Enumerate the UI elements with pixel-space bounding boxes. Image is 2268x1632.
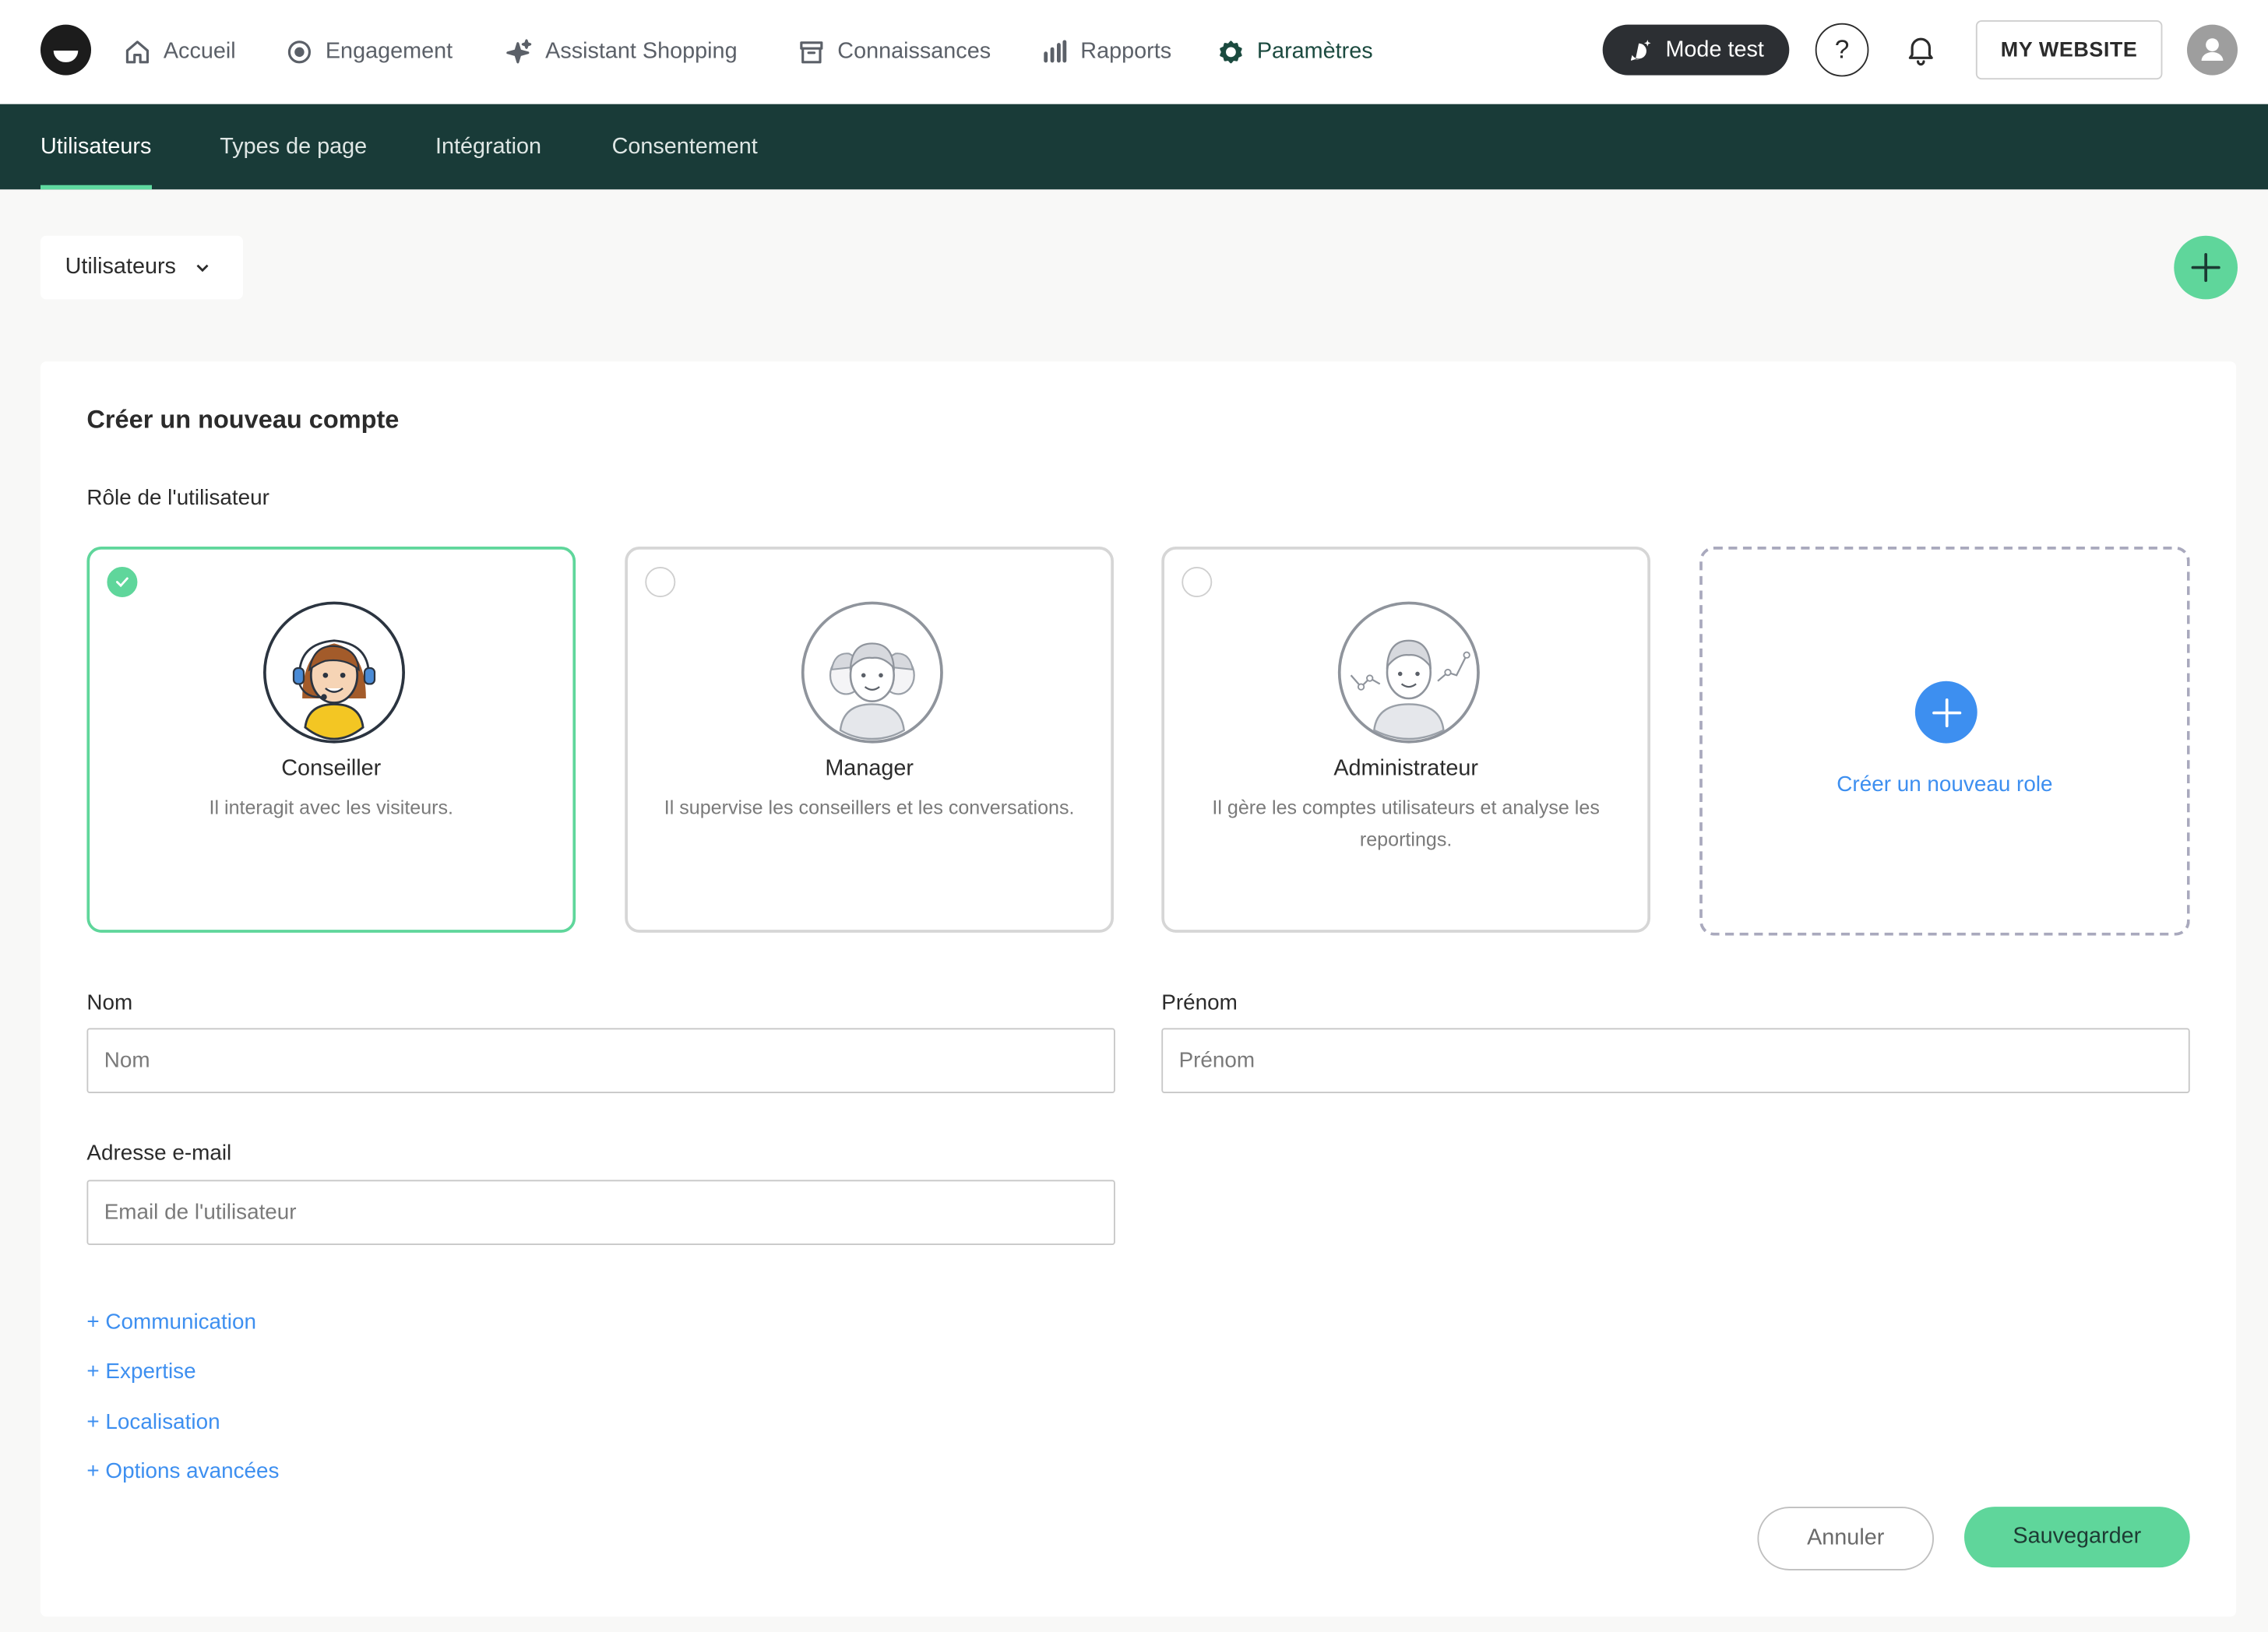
role-name: Administrateur [1333, 756, 1478, 781]
tab-utilisateurs[interactable]: Utilisateurs [40, 104, 151, 190]
nav-item-accueil[interactable]: Accueil [123, 0, 236, 104]
expander-localisation[interactable]: + Localisation [86, 1410, 220, 1435]
website-label: MY WEBSITE [2000, 38, 2138, 62]
role-description: Il gère les comptes utilisateurs et anal… [1212, 797, 1600, 850]
nav-label: Accueil [163, 39, 236, 64]
role-radio[interactable] [645, 566, 676, 597]
app-root: Accueil Engagement Assistant Shopping Co… [0, 0, 2268, 1632]
nav-label: Paramètres [1256, 39, 1373, 64]
role-description: Il supervise les conseillers et les conv… [664, 797, 1075, 819]
tab-integration[interactable]: Intégration [435, 104, 541, 190]
plus-icon [1932, 698, 1961, 727]
advisor-avatar-icon [262, 601, 405, 744]
chevron-down-icon [195, 264, 208, 273]
nav-label: Engagement [325, 39, 453, 64]
mode-test-button[interactable]: Mode test [1602, 24, 1790, 76]
target-icon [287, 40, 312, 64]
nav-label: Connaissances [837, 39, 991, 64]
create-role-card[interactable]: Créer un nouveau role [1699, 546, 2190, 936]
user-icon [2201, 38, 2224, 61]
role-label: Rôle de l'utilisateur [86, 485, 269, 511]
nav-item-assistant-shopping[interactable]: Assistant Shopping [505, 0, 738, 104]
check-icon [116, 577, 129, 588]
save-button[interactable]: Sauvegarder [1963, 1507, 2190, 1568]
archive-icon [800, 41, 823, 64]
expander-communication[interactable]: + Communication [86, 1310, 256, 1335]
role-card-manager[interactable]: Manager Il supervise les conseillers et … [625, 546, 1114, 933]
settings-subnav: Utilisateurs Types de page Intégration C… [0, 104, 2268, 190]
bell-icon[interactable] [1904, 32, 1939, 67]
cancel-button[interactable]: Annuler [1757, 1507, 1934, 1570]
mode-test-label: Mode test [1665, 37, 1764, 62]
expander-options-avancees[interactable]: + Options avancées [86, 1459, 279, 1484]
prenom-input[interactable] [1161, 1028, 2190, 1093]
email-input[interactable] [86, 1180, 1115, 1245]
role-description: Il interagit avec les visiteurs. [209, 797, 454, 819]
nav-item-connaissances[interactable]: Connaissances [797, 0, 991, 104]
role-radio[interactable] [107, 566, 138, 597]
nom-label: Nom [86, 990, 133, 1015]
create-role-label[interactable]: Créer un nouveau role [1703, 772, 2187, 797]
admin-avatar-icon [1337, 601, 1480, 744]
role-radio[interactable] [1182, 566, 1213, 597]
tab-consentement[interactable]: Consentement [612, 104, 758, 190]
email-label: Adresse e-mail [86, 1141, 232, 1166]
home-icon [125, 40, 150, 64]
sparkle-icon [506, 39, 532, 64]
gear-icon [1220, 40, 1242, 64]
role-card-administrateur[interactable]: Administrateur Il gère les comptes utili… [1161, 546, 1650, 933]
help-button[interactable]: ? [1815, 23, 1869, 77]
nom-input[interactable] [86, 1028, 1115, 1093]
plus-icon [2191, 252, 2220, 283]
nav-item-rapports[interactable]: Rapports [1040, 0, 1171, 104]
nav-label: Rapports [1080, 39, 1172, 64]
role-name: Manager [825, 756, 914, 781]
expander-expertise[interactable]: + Expertise [86, 1359, 195, 1384]
bar-chart-icon [1044, 40, 1067, 63]
dropdown-label: Utilisateurs [65, 254, 176, 280]
brand-logo[interactable] [40, 24, 91, 76]
create-role-button[interactable] [1914, 681, 1977, 744]
user-avatar[interactable] [2186, 24, 2238, 76]
nav-item-engagement[interactable]: Engagement [285, 0, 453, 104]
create-account-card: Créer un nouveau compte Rôle de l'utilis… [40, 361, 2237, 1617]
help-icon: ? [1834, 34, 1850, 64]
chat-sparkle-icon [1631, 39, 1652, 61]
role-name: Conseiller [281, 756, 382, 781]
add-user-button[interactable] [2174, 235, 2238, 300]
nav-item-parametres[interactable]: Paramètres [1217, 0, 1373, 104]
form-title: Créer un nouveau compte [86, 404, 400, 434]
users-dropdown[interactable]: Utilisateurs [40, 235, 243, 300]
prenom-label: Prénom [1161, 990, 1238, 1015]
nav-label: Assistant Shopping [545, 39, 738, 64]
top-navbar: Accueil Engagement Assistant Shopping Co… [0, 0, 2268, 104]
tab-types-de-page[interactable]: Types de page [220, 104, 367, 190]
website-selector-button[interactable]: MY WEBSITE [1975, 19, 2163, 80]
manager-avatar-icon [801, 601, 943, 744]
role-card-conseiller[interactable]: Conseiller Il interagit avec les visiteu… [86, 546, 576, 933]
